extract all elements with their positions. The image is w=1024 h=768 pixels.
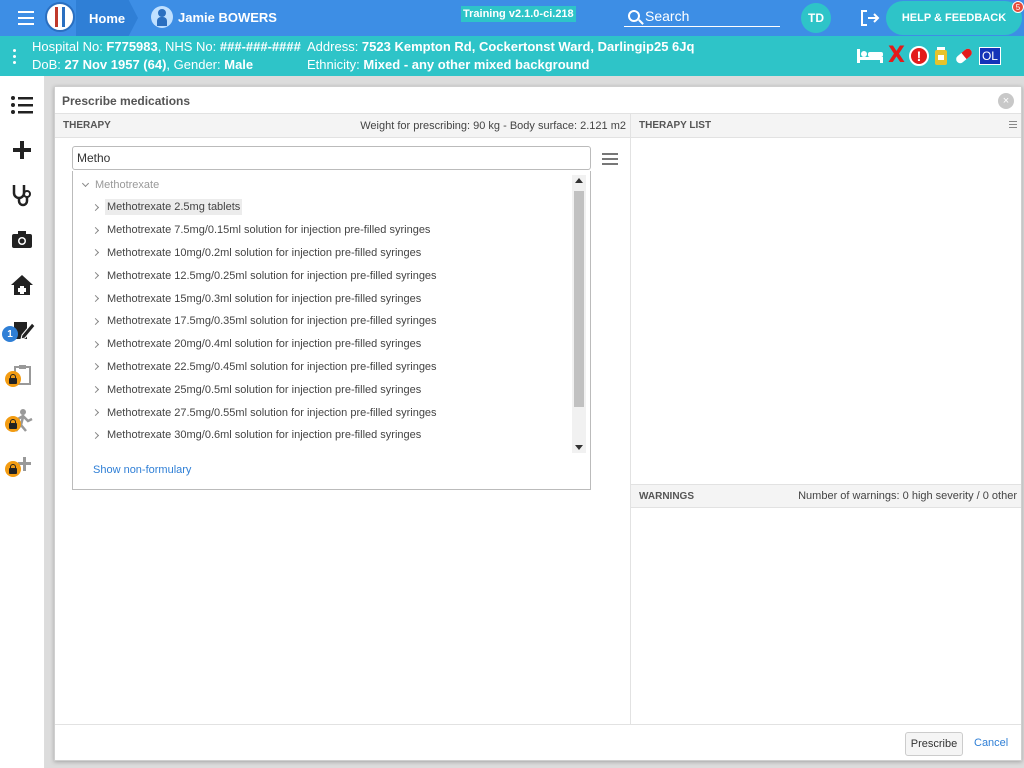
lock-icon bbox=[5, 371, 21, 387]
chevron-right-icon bbox=[91, 363, 100, 371]
top-bar: Home Jamie BOWERS Training v2.1.0-ci.218… bbox=[0, 0, 1024, 36]
global-search[interactable]: Search bbox=[624, 5, 780, 27]
warnings-header: WARNINGS Number of warnings: 0 high seve… bbox=[631, 484, 1021, 508]
list-item[interactable]: Methotrexate 22.5mg/0.45ml solution for … bbox=[73, 356, 573, 379]
search-icon bbox=[628, 9, 640, 22]
no-alert-x-icon[interactable]: X bbox=[888, 45, 905, 67]
hospital-nhs-line: Hospital No: F775983, NHS No: ###-###-##… bbox=[32, 39, 301, 54]
results-scrollbar[interactable] bbox=[572, 175, 586, 453]
home-care-icon[interactable] bbox=[8, 272, 36, 298]
chevron-right-icon bbox=[91, 340, 100, 348]
close-icon[interactable]: × bbox=[998, 93, 1014, 109]
therapy-list-header: THERAPY LIST bbox=[631, 114, 1021, 138]
chevron-right-icon bbox=[91, 317, 100, 325]
pill-capsule-icon[interactable] bbox=[953, 46, 975, 66]
show-non-formulary-link[interactable]: Show non-formulary bbox=[93, 464, 191, 476]
panel-separator bbox=[630, 114, 631, 724]
cancel-link[interactable]: Cancel bbox=[974, 737, 1008, 749]
allergy-alert-icon[interactable]: ! bbox=[908, 46, 929, 66]
scroll-thumb[interactable] bbox=[574, 191, 584, 407]
chevron-right-icon bbox=[91, 203, 100, 211]
result-group-methotrexate[interactable]: Methotrexate bbox=[81, 179, 159, 191]
logout-icon[interactable] bbox=[860, 9, 880, 27]
address-line: Address: 7523 Kempton Rd, Cockertonst Wa… bbox=[307, 39, 695, 54]
home-button[interactable]: Home bbox=[76, 0, 138, 36]
address: 7523 Kempton Rd, Cockertonst Ward, Darli… bbox=[361, 39, 695, 54]
lock-icon bbox=[5, 461, 21, 477]
therapy-header: THERAPY Weight for prescribing: 90 kg - … bbox=[55, 114, 630, 138]
result-list: Methotrexate 2.5mg tablets Methotrexate … bbox=[73, 196, 573, 453]
camera-icon[interactable] bbox=[8, 227, 36, 253]
stethoscope-icon[interactable] bbox=[8, 182, 36, 208]
list-item[interactable]: Methotrexate 10mg/0.2ml solution for inj… bbox=[73, 242, 573, 265]
chevron-right-icon bbox=[91, 295, 100, 303]
list-item[interactable]: Methotrexate 15mg/0.3ml solution for inj… bbox=[73, 287, 573, 310]
ol-badge-icon[interactable]: OL bbox=[978, 47, 1001, 65]
left-sidebar: 1 bbox=[0, 76, 45, 768]
list-item[interactable]: Methotrexate 2.5mg tablets bbox=[73, 196, 573, 219]
therapy-list-menu-icon[interactable] bbox=[1009, 121, 1017, 130]
chevron-right-icon bbox=[91, 386, 100, 394]
list-item[interactable]: Methotrexate 12.5mg/0.25ml solution for … bbox=[73, 264, 573, 287]
medication-search-input[interactable] bbox=[72, 146, 591, 170]
app-logo[interactable] bbox=[45, 2, 75, 32]
bed-icon[interactable] bbox=[856, 47, 884, 65]
chevron-right-icon bbox=[91, 409, 100, 417]
weight-info: Weight for prescribing: 90 kg - Body sur… bbox=[360, 119, 626, 132]
more-options-icon[interactable] bbox=[13, 49, 17, 67]
prescription-count-badge: 1 bbox=[2, 326, 18, 342]
nhs-number: ###-###-#### bbox=[219, 39, 301, 54]
training-version-badge: Training v2.1.0-ci.218 bbox=[461, 6, 576, 22]
list-item[interactable]: Methotrexate 27.5mg/0.55ml solution for … bbox=[73, 401, 573, 424]
chevron-right-icon bbox=[91, 249, 100, 257]
chevron-right-icon bbox=[91, 431, 100, 439]
list-item[interactable]: Methotrexate 20mg/0.4ml solution for inj… bbox=[73, 333, 573, 356]
prescribe-button[interactable]: Prescribe bbox=[905, 732, 963, 756]
prescribe-medications-modal: Prescribe medications × THERAPY Weight f… bbox=[54, 86, 1022, 761]
medication-results-dropdown: Methotrexate Methotrexate 2.5mg tablets … bbox=[72, 171, 591, 490]
footer-divider bbox=[55, 724, 1021, 725]
hospital-number: F775983 bbox=[106, 39, 158, 54]
ethnicity: Mixed - any other mixed background bbox=[363, 57, 590, 72]
chevron-right-icon bbox=[91, 272, 100, 280]
gender: Male bbox=[224, 57, 254, 72]
user-avatar[interactable]: TD bbox=[801, 3, 831, 33]
help-notification-badge: 5 bbox=[1012, 1, 1024, 13]
dob: 27 Nov 1957 (64) bbox=[64, 57, 167, 72]
warnings-heading: WARNINGS bbox=[639, 490, 694, 502]
patient-alert-icons: X ! OL bbox=[856, 44, 1005, 68]
therapy-list-heading: THERAPY LIST bbox=[639, 120, 712, 131]
modal-title: Prescribe medications bbox=[62, 94, 191, 108]
search-options-menu-icon[interactable] bbox=[602, 153, 618, 168]
patient-name[interactable]: Jamie BOWERS bbox=[178, 10, 277, 25]
chevron-right-icon bbox=[91, 226, 100, 234]
scroll-down-arrow-icon[interactable] bbox=[575, 445, 583, 450]
list-item[interactable]: Methotrexate 25mg/0.5ml solution for inj… bbox=[73, 378, 573, 401]
help-feedback-button[interactable]: HELP & FEEDBACK bbox=[886, 1, 1022, 35]
menu-icon[interactable] bbox=[18, 11, 34, 25]
warnings-info: Number of warnings: 0 high severity / 0 … bbox=[798, 490, 1017, 502]
list-item[interactable]: Methotrexate 7.5mg/0.15ml solution for i… bbox=[73, 219, 573, 242]
group-label: Methotrexate bbox=[95, 179, 160, 191]
list-icon[interactable] bbox=[8, 92, 36, 118]
chevron-down-icon bbox=[81, 179, 90, 188]
list-item[interactable]: Methotrexate 17.5mg/0.35ml solution for … bbox=[73, 310, 573, 333]
search-label: Search bbox=[645, 7, 690, 24]
add-icon[interactable] bbox=[8, 137, 36, 163]
ethnicity-line: Ethnicity: Mixed - any other mixed backg… bbox=[307, 57, 590, 72]
scroll-up-arrow-icon[interactable] bbox=[575, 178, 583, 183]
lock-icon bbox=[5, 416, 21, 432]
patient-icon bbox=[151, 6, 173, 28]
dob-gender-line: DoB: 27 Nov 1957 (64), Gender: Male bbox=[32, 57, 254, 72]
list-item[interactable]: Methotrexate 30mg/0.6ml solution for inj… bbox=[73, 424, 573, 447]
medication-bottle-icon[interactable] bbox=[933, 46, 949, 66]
therapy-heading: THERAPY bbox=[63, 120, 111, 131]
home-label: Home bbox=[89, 10, 126, 26]
